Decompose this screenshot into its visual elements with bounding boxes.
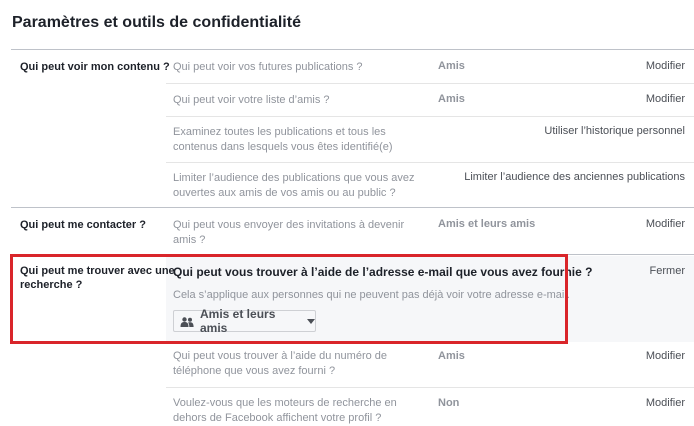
divider <box>166 116 694 117</box>
question-line: dehors de Facebook affichent votre profi… <box>173 412 382 424</box>
divider <box>11 49 694 50</box>
question-line: Qui peut vous trouver à l’aide du numéro… <box>173 350 388 362</box>
edit-phone-lookup-link[interactable]: Modifier <box>646 350 685 362</box>
divider <box>166 387 694 388</box>
question-line: amis ? <box>173 234 206 246</box>
edit-friend-list-link[interactable]: Modifier <box>646 93 685 105</box>
question-line: téléphone que vous avez fourni ? <box>173 365 336 377</box>
highlight-box <box>10 254 568 344</box>
page-title: Paramètres et outils de confidentialité <box>12 14 301 31</box>
question-friend-requests: Qui peut vous envoyer des invitations à … <box>173 218 404 248</box>
edit-friend-requests-link[interactable]: Modifier <box>646 218 685 230</box>
value-phone-lookup: Amis <box>438 350 465 362</box>
question-line: ouvertes aux amis de vos amis ou au publ… <box>173 187 396 199</box>
question-line: Qui peut vous envoyer des invitations à … <box>173 219 405 231</box>
question-friend-list: Qui peut voir votre liste d’amis ? <box>173 94 330 106</box>
activity-log-link[interactable]: Utiliser l’historique personnel <box>544 125 685 137</box>
question-line: Examinez toutes les publications et tous… <box>173 126 386 138</box>
question-search-engines: Voulez-vous que les moteurs de recherche… <box>173 396 397 426</box>
edit-search-engines-link[interactable]: Modifier <box>646 397 685 409</box>
value-search-engines: Non <box>438 397 460 409</box>
close-link[interactable]: Fermer <box>650 265 685 277</box>
section-label-content: Qui peut voir mon contenu ? <box>20 61 170 73</box>
question-line: Limiter l’audience des publications que … <box>173 172 415 184</box>
edit-future-posts-link[interactable]: Modifier <box>646 60 685 72</box>
divider <box>166 162 694 163</box>
section-label-contact: Qui peut me contacter ? <box>20 219 146 231</box>
question-limit-audience: Limiter l’audience des publications que … <box>173 171 415 201</box>
question-line: Voulez-vous que les moteurs de recherche… <box>173 397 397 409</box>
question-future-posts: Qui peut voir vos futures publications ? <box>173 61 363 73</box>
value-future-posts: Amis <box>438 60 465 72</box>
value-friend-requests: Amis et leurs amis <box>438 218 536 230</box>
question-review-posts: Examinez toutes les publications et tous… <box>173 125 393 155</box>
question-line: contenus dans lesquels vous êtes identif… <box>173 141 393 153</box>
question-phone-lookup: Qui peut vous trouver à l’aide du numéro… <box>173 349 387 379</box>
limit-past-posts-link[interactable]: Limiter l’audience des anciennes publica… <box>464 171 685 183</box>
divider <box>166 83 694 84</box>
value-friend-list: Amis <box>438 93 465 105</box>
divider <box>11 207 694 208</box>
